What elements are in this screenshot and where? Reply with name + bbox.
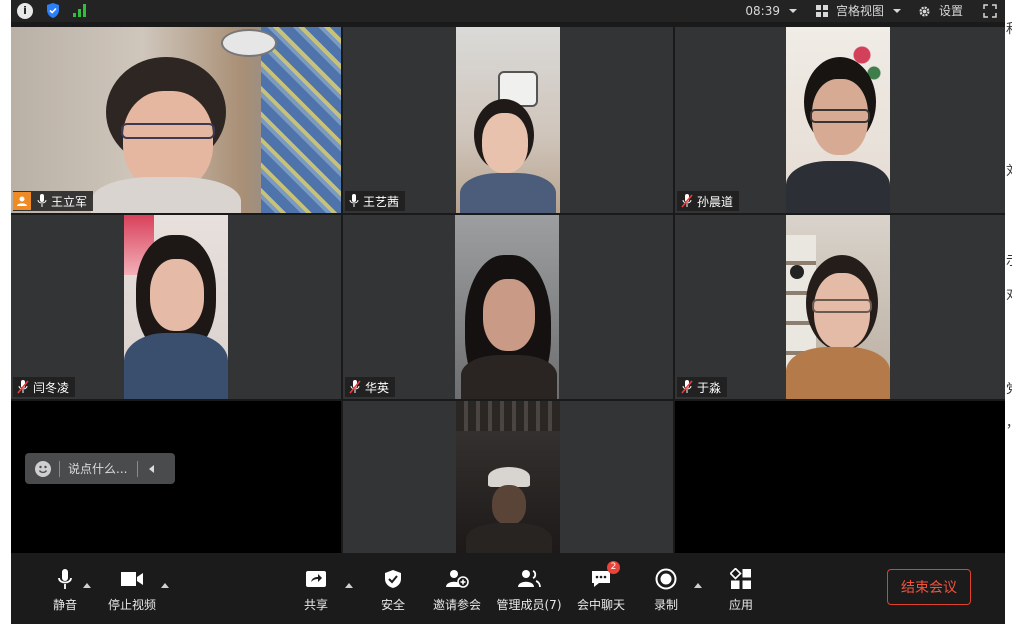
add-user-icon [446,570,469,588]
video-options-caret-icon[interactable] [161,583,169,588]
collapse-arrow-icon[interactable] [147,464,157,474]
video-camera-icon [121,572,143,586]
view-mode-button[interactable]: 宫格视图 [836,0,884,22]
chat-placeholder[interactable]: 说点什么... [68,460,127,477]
participant-video [455,215,559,399]
unread-badge: 2 [607,561,620,574]
microphone-muted-icon [681,380,693,394]
mute-options-caret-icon[interactable] [83,583,91,588]
participant-video [786,215,890,399]
top-bar: i 08:39 宫格视图 设置 [11,0,1005,22]
meeting-timer: 08:39 [745,4,780,18]
divider [137,460,139,477]
doc-text-fragment: 刘 [1006,160,1012,179]
invite-button[interactable]: 邀请参会 [429,553,485,624]
apps-icon [730,568,751,589]
participant-name: 孙晨道 [697,194,734,209]
divider [59,460,60,477]
participant-video [456,27,560,213]
chevron-down-icon[interactable] [788,7,798,15]
video-tile-9 [675,401,1005,553]
microphone-muted-icon [17,380,29,394]
share-options-caret-icon[interactable] [345,583,353,588]
name-label: 王立军 [13,191,94,211]
stop-video-label: 停止视频 [107,598,156,612]
participant-video [786,27,890,213]
video-tile-6[interactable]: 于淼 [675,215,1005,399]
record-options-caret-icon[interactable] [694,583,702,588]
doc-text-fragment: 对 [1006,284,1012,303]
video-tile-3[interactable]: 孙晨道 [675,27,1005,213]
microphone-muted-icon [349,380,361,394]
participant-name: 王艺茜 [363,194,400,209]
doc-text-fragment: 和 [1006,18,1012,37]
chat-quick-input[interactable]: 说点什么... [25,453,175,484]
invite-label: 邀请参会 [432,598,481,612]
manage-participants-button[interactable]: 管理成员(7) [493,553,565,624]
settings-button[interactable]: 设置 [939,0,963,22]
participant-video [11,27,341,213]
video-tile-2[interactable]: 王艺茜 [343,27,673,213]
mute-label: 静音 [52,598,77,612]
end-meeting-button[interactable]: 结束会议 [887,569,971,605]
microphone-muted-icon [681,194,693,208]
name-label: 于淼 [677,377,728,397]
host-badge-icon [13,192,31,210]
doc-text-fragment: 党 [1006,378,1012,397]
manage-participants-label: 管理成员(7) [496,598,562,612]
chat-button[interactable]: 2 会中聊天 [575,553,627,624]
participant-video [124,215,228,399]
apps-button[interactable]: 应用 [721,553,761,624]
chevron-down-icon[interactable] [892,7,902,15]
shield-icon[interactable] [45,2,61,19]
share-button[interactable]: 共享 [296,553,336,624]
name-label: 王艺茜 [345,191,406,211]
name-label: 孙晨道 [677,191,740,211]
name-label: 华英 [345,377,396,397]
record-label: 录制 [653,598,678,612]
video-tile-1[interactable]: 王立军 [11,27,341,213]
name-label: 闫冬凌 [13,377,76,397]
gear-icon[interactable] [918,5,931,18]
video-tile-4[interactable]: 闫冬凌 [11,215,341,399]
participant-name: 于淼 [697,380,722,395]
doc-text-fragment: 示 [1006,250,1012,269]
emoji-icon[interactable] [35,460,51,477]
share-screen-icon [306,571,326,587]
security-button[interactable]: 安全 [373,553,413,624]
grid-view-icon [815,5,828,17]
participant-name: 闫冬凌 [33,380,70,395]
apps-label: 应用 [728,598,753,612]
info-icon[interactable]: i [17,2,33,19]
participant-video [456,401,560,553]
record-button[interactable]: 录制 [646,553,686,624]
screenshot: i 08:39 宫格视图 设置 王立军 王艺茜 孙晨道 闫冬凌 华英 于淼 说点… [0,0,1012,629]
video-tile-8[interactable] [343,401,673,553]
bottom-toolbar: 静音 停止视频 共享 安全 邀请参会 管理成员(7) 2 会中聊天 录制 应用 … [11,553,1005,624]
shield-icon [385,570,401,588]
meeting-window: i 08:39 宫格视图 设置 王立军 王艺茜 孙晨道 闫冬凌 华英 于淼 说点… [11,0,1005,624]
participants-icon [518,570,541,588]
participant-name: 王立军 [51,194,88,209]
mute-button[interactable]: 静音 [41,553,89,624]
microphone-icon [37,194,47,207]
microphone-icon [58,569,72,589]
network-signal-icon[interactable] [73,4,86,17]
record-icon [655,568,677,590]
participant-name: 华英 [365,380,390,395]
stop-video-button[interactable]: 停止视频 [106,553,158,624]
microphone-icon [349,194,359,207]
doc-text-fragment: ， [1006,412,1012,431]
fullscreen-icon[interactable] [983,4,997,18]
chat-label: 会中聊天 [576,598,625,612]
security-label: 安全 [380,598,405,612]
video-tile-5[interactable]: 华英 [343,215,673,399]
share-label: 共享 [303,598,328,612]
